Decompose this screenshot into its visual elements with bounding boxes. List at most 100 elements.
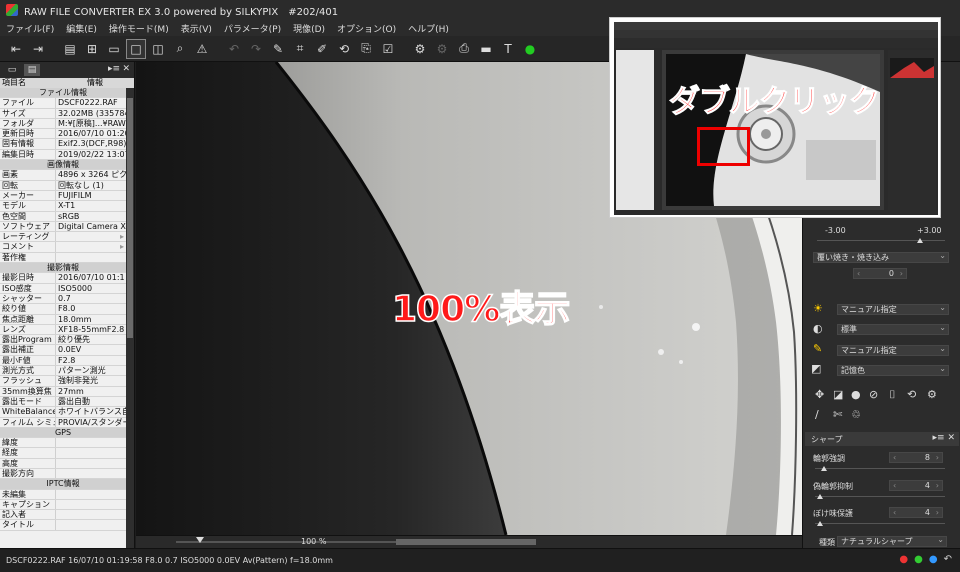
info-row: ファイル DSCF0222.RAF xyxy=(0,98,126,109)
outline-slider-knob[interactable] xyxy=(821,466,827,471)
info-row: 固有情報Exif2.3(DCF,R98) Y xyxy=(0,139,126,150)
tool-settings-icon[interactable]: ⚙ xyxy=(927,388,937,401)
menu-option[interactable]: オプション(O) xyxy=(337,22,396,35)
info-scrollbar[interactable] xyxy=(126,88,134,548)
tool-spot-icon[interactable]: ✄ xyxy=(833,408,842,421)
menu-view[interactable]: 表示(V) xyxy=(181,22,212,35)
rotate-icon[interactable]: ⟲ xyxy=(334,39,354,59)
false-contour-value[interactable]: 4 xyxy=(889,480,943,491)
burn-dodge-dropdown[interactable]: 覆い焼き・焼き込み xyxy=(813,251,949,263)
color-pen-icon: ✎ xyxy=(813,342,823,355)
prev-icon[interactable]: ⇤ xyxy=(6,39,26,59)
menu-help[interactable]: ヘルプ(H) xyxy=(408,22,449,35)
grid-view-icon[interactable]: ⊞ xyxy=(82,39,102,59)
paste-icon[interactable]: ⎘ xyxy=(356,39,376,59)
info-key: 測光方式 xyxy=(0,366,56,376)
false-contour-slider[interactable] xyxy=(815,496,945,497)
tool-lens-icon[interactable]: ⊘ xyxy=(869,388,878,401)
info-value: ISO5000 xyxy=(58,283,93,293)
redo-icon[interactable]: ↷ xyxy=(246,39,266,59)
blur-protect-slider-knob[interactable] xyxy=(817,521,823,526)
zoom-slider-knob[interactable] xyxy=(196,537,204,543)
info-tab-icon[interactable]: ▤ xyxy=(24,64,40,76)
info-section-header: 画像情報 xyxy=(0,160,126,171)
blur-protect-value[interactable]: 4 xyxy=(889,507,943,518)
info-row: フォルダ M:¥[原稿]...¥RAW xyxy=(0,118,126,130)
info-key: キャプション xyxy=(0,499,56,510)
info-row: レーティング xyxy=(0,232,126,243)
zoom-slider[interactable] xyxy=(176,541,406,543)
sharp-type-dropdown[interactable]: ナチュラルシャープ xyxy=(837,535,947,547)
info-value xyxy=(56,459,126,468)
red-mark-icon[interactable]: ● xyxy=(899,554,908,565)
thumbnail-view-icon[interactable]: ▤ xyxy=(60,39,80,59)
menu-edit[interactable]: 編集(E) xyxy=(66,22,97,35)
info-value[interactable] xyxy=(56,242,126,251)
brush-icon[interactable]: ✐ xyxy=(312,39,332,59)
info-value[interactable] xyxy=(56,232,126,241)
display-icon[interactable]: ▬ xyxy=(476,39,496,59)
exposure-slider[interactable] xyxy=(817,240,945,241)
crop-icon[interactable]: ⌗ xyxy=(290,39,310,59)
exposure-slider-knob[interactable] xyxy=(917,238,923,243)
compare-view-icon[interactable]: ◫ xyxy=(148,39,168,59)
info-section-header: ファイル情報 xyxy=(0,88,126,99)
sharp-section-header[interactable]: シャープ ▸≡ ✕ xyxy=(805,432,959,446)
info-row: 経度 xyxy=(0,448,126,459)
text-tool-icon[interactable]: T xyxy=(498,39,518,59)
info-value: 回転なし (1) xyxy=(58,180,104,190)
tool-wb-icon[interactable]: ✥ xyxy=(815,388,824,401)
close-icon[interactable]: ✕ xyxy=(122,64,130,74)
check-box-icon[interactable]: ☑ xyxy=(378,39,398,59)
batch-develop-icon[interactable]: ⚙ xyxy=(432,39,452,59)
sun-icon: ☀ xyxy=(813,302,823,315)
tool-brush-icon[interactable]: ∕ xyxy=(815,408,819,421)
undo-status-icon[interactable]: ↶ xyxy=(944,554,952,565)
panel-menu-icon[interactable]: ▸≡ xyxy=(108,64,120,74)
tool-rotate-icon[interactable]: ⟲ xyxy=(907,388,916,401)
info-row: 35mm換算焦 27mm xyxy=(0,386,126,397)
info-row: モデル X-T1 xyxy=(0,201,126,212)
single-view-icon[interactable]: □ xyxy=(126,38,146,59)
outline-slider[interactable] xyxy=(815,468,945,469)
color-dropdown[interactable]: マニュアル指定 xyxy=(837,344,949,356)
tool-group-icon[interactable]: ♲ xyxy=(851,408,861,421)
zoom-level[interactable]: 100 % xyxy=(301,537,326,546)
filmstrip-view-icon[interactable]: ▭ xyxy=(104,39,124,59)
print-icon[interactable]: ⎙ xyxy=(454,39,474,59)
contrast-dropdown[interactable]: 標準 xyxy=(837,323,949,335)
zoom-icon[interactable]: ⌕ xyxy=(170,39,190,59)
develop-icon[interactable]: ⚙ xyxy=(410,39,430,59)
info-section-header: IPTC情報 xyxy=(0,479,126,490)
menu-file[interactable]: ファイル(F) xyxy=(6,22,54,35)
tool-sphere-icon[interactable]: ● xyxy=(851,388,861,401)
blue-mark-icon[interactable]: ● xyxy=(929,554,938,565)
sharp-close-icon[interactable]: ▸≡ ✕ xyxy=(933,433,955,443)
scroll-thumb[interactable] xyxy=(127,98,133,338)
tool-contrast-icon[interactable]: ◪ xyxy=(833,388,843,401)
green-mark-icon[interactable]: ● xyxy=(914,554,923,565)
menu-mode[interactable]: 操作モード(M) xyxy=(109,22,169,35)
tool-frame-icon[interactable]: ⌷ xyxy=(889,388,896,402)
info-value: 絞り優先 xyxy=(58,335,90,345)
menu-parameter[interactable]: パラメータ(P) xyxy=(224,22,281,35)
white-balance-dropdown[interactable]: マニュアル指定 xyxy=(837,303,949,315)
folder-tab-icon[interactable]: ▭ xyxy=(4,64,20,76)
info-table: ファイル情報ファイルDSCF0222.RAFサイズ32.02MB (335784… xyxy=(0,88,126,548)
next-icon[interactable]: ⇥ xyxy=(28,39,48,59)
menu-develop[interactable]: 現像(D) xyxy=(293,22,325,35)
tone-dropdown[interactable]: 記憶色 xyxy=(837,364,949,376)
warning-icon[interactable]: ⚠ xyxy=(192,39,212,59)
burn-dodge-value[interactable]: 0 xyxy=(853,268,907,279)
blur-protect-slider[interactable] xyxy=(815,523,945,524)
double-click-annotation: ダブルクリック xyxy=(668,83,880,120)
horizontal-scrollbar[interactable] xyxy=(396,539,536,545)
undo-icon[interactable]: ↶ xyxy=(224,39,244,59)
info-row: 焦点距離 18.0mm xyxy=(0,314,126,325)
false-contour-label: 偽輪郭抑制 xyxy=(813,482,853,491)
info-row: 高度 xyxy=(0,458,126,469)
dropper-icon[interactable]: ✎ xyxy=(268,39,288,59)
outline-value[interactable]: 8 xyxy=(889,452,943,463)
ok-icon[interactable]: ● xyxy=(520,39,540,59)
false-contour-slider-knob[interactable] xyxy=(817,494,823,499)
